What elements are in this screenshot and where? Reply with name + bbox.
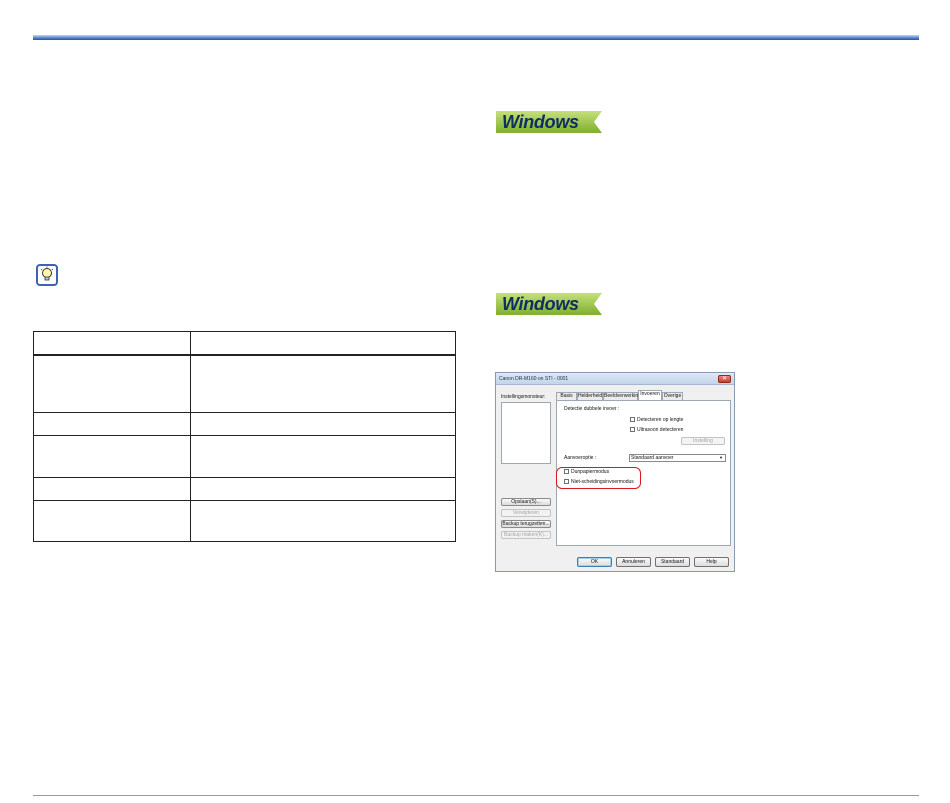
footer-rule xyxy=(33,795,919,796)
help-button[interactable]: Help xyxy=(694,557,729,567)
windows-label: Windows xyxy=(502,294,579,314)
table-row xyxy=(33,435,456,478)
cancel-button[interactable]: Annuleren xyxy=(616,557,651,567)
table-cell xyxy=(33,435,191,478)
settings-list[interactable] xyxy=(501,402,551,464)
feed-option-value: Standaard aanvoer xyxy=(631,455,674,461)
ultrasonic-checkbox[interactable] xyxy=(630,427,635,432)
ultrasonic-label: Ultrasoon detecteren xyxy=(637,427,684,433)
table-row xyxy=(33,500,456,542)
tab-beeldverwerking[interactable]: Beeldverwerking xyxy=(603,392,641,400)
table-cell xyxy=(190,354,456,413)
dialog-titlebar: Canon DR-M160 on STI - 0001 ✕ xyxy=(496,373,734,385)
settings-table xyxy=(33,331,456,542)
scanner-settings-dialog: Canon DR-M160 on STI - 0001 ✕ Instelling… xyxy=(495,372,735,572)
table-cell xyxy=(190,500,456,542)
settings-button[interactable]: Instelling xyxy=(681,437,725,445)
left-panel-label: Instellingsmonsteur: xyxy=(501,394,546,400)
header-rule xyxy=(33,35,919,40)
feed-option-label: Aanvoeroptie : xyxy=(564,455,597,461)
table-cell xyxy=(190,477,456,501)
delete-button[interactable]: Verwijderen xyxy=(501,509,551,517)
lightbulb-icon xyxy=(36,264,58,286)
chevron-down-icon: ▼ xyxy=(719,455,723,460)
detect-length-checkbox[interactable] xyxy=(630,417,635,422)
ok-button[interactable]: OK xyxy=(577,557,612,567)
dialog-title: Canon DR-M160 on STI - 0001 xyxy=(499,376,569,382)
table-cell xyxy=(33,331,191,356)
tab-invoeren[interactable]: Invoeren xyxy=(638,390,662,400)
tab-helderheid[interactable]: Helderheid xyxy=(577,392,603,400)
table-cell xyxy=(33,354,191,413)
detect-length-label: Detecteren op lengte xyxy=(637,417,684,423)
table-row xyxy=(33,412,456,436)
default-button[interactable]: Standaard xyxy=(655,557,690,567)
table-row xyxy=(33,477,456,501)
restore-backup-button[interactable]: Backup terugzetten... xyxy=(501,520,551,528)
table-row xyxy=(33,354,456,413)
table-cell xyxy=(190,435,456,478)
tab-basis[interactable]: Basis xyxy=(556,392,577,400)
windows-badge: Windows xyxy=(496,293,602,315)
tab-overige[interactable]: Overige xyxy=(662,392,683,400)
close-icon[interactable]: ✕ xyxy=(718,375,731,383)
windows-badge: Windows xyxy=(496,111,602,133)
table-cell xyxy=(33,477,191,501)
feed-option-select[interactable]: Standaard aanvoer ▼ xyxy=(629,454,726,462)
table-header-row xyxy=(33,331,456,356)
double-feed-label: Detectie dubbele invoer : xyxy=(564,406,620,412)
table-cell xyxy=(190,331,456,356)
save-button[interactable]: Opslaan(S)... xyxy=(501,498,551,506)
highlight-callout xyxy=(556,467,641,489)
table-cell xyxy=(33,500,191,542)
table-cell xyxy=(190,412,456,436)
table-cell xyxy=(33,412,191,436)
create-backup-button[interactable]: Backup maken(K)... xyxy=(501,531,551,539)
windows-label: Windows xyxy=(502,112,579,132)
